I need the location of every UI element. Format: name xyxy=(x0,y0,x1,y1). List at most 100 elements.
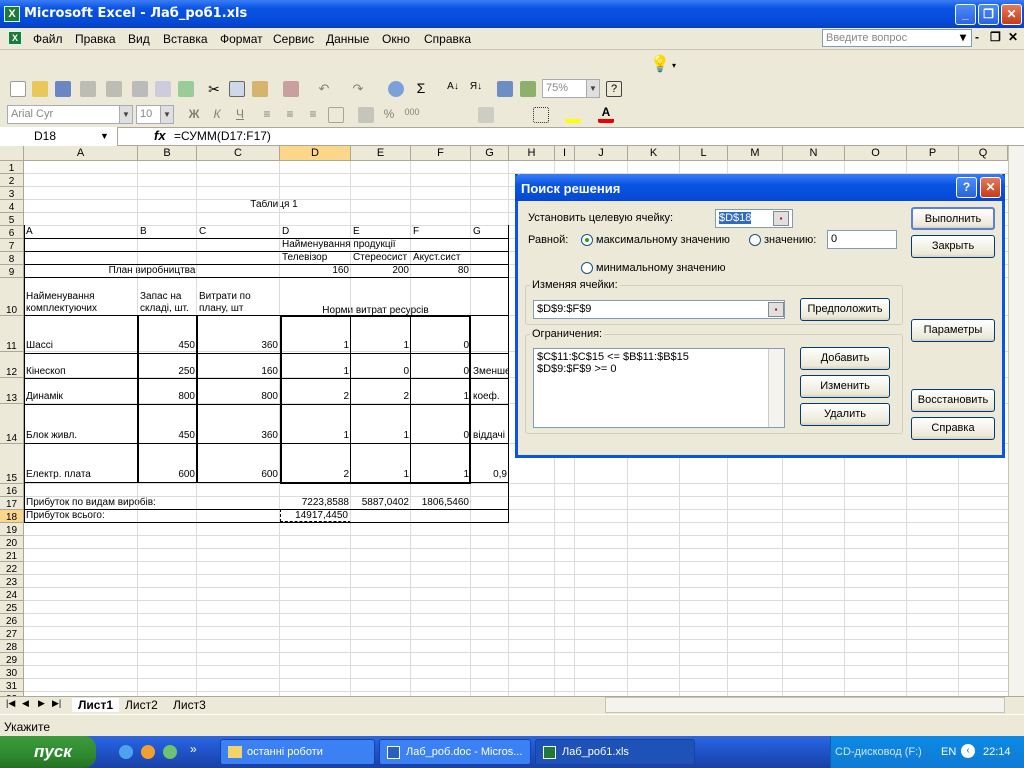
value-input[interactable]: 0 xyxy=(827,230,897,249)
dialog-close-icon[interactable]: ✕ xyxy=(980,177,1001,198)
start-button[interactable]: пуск xyxy=(0,736,96,768)
item-e-cell[interactable]: 1 xyxy=(351,340,411,351)
next-sheet-icon[interactable]: ▶ xyxy=(38,698,45,709)
add-button[interactable]: Добавить xyxy=(800,347,890,370)
workbook-icon[interactable]: X xyxy=(8,31,22,45)
item-stock-cell[interactable]: 450 xyxy=(138,340,197,351)
col-header-g[interactable]: G xyxy=(471,146,509,161)
row-header[interactable]: 21 xyxy=(0,549,24,562)
new-icon[interactable] xyxy=(10,81,26,97)
chevron-right-icon[interactable]: » xyxy=(190,742,197,756)
task-folder[interactable]: останні роботи xyxy=(220,739,375,765)
row-header[interactable]: 4 xyxy=(0,200,24,213)
italic-icon[interactable]: К xyxy=(209,107,225,123)
underline-icon[interactable]: Ч xyxy=(232,107,248,123)
font-size-combo[interactable]: 10 ▼ xyxy=(136,105,174,124)
row-header[interactable]: 3 xyxy=(0,187,24,200)
quicklaunch-icon[interactable] xyxy=(163,745,177,759)
item-f-cell[interactable]: 0 xyxy=(411,340,471,351)
item-g-cell[interactable]: віддачі xyxy=(471,430,509,441)
vertical-scrollbar[interactable] xyxy=(1008,146,1024,696)
hyperlink-icon[interactable] xyxy=(388,81,404,97)
row-header[interactable]: 5 xyxy=(0,213,24,226)
item-d-cell[interactable]: 2 xyxy=(280,391,351,402)
formula-input[interactable]: =СУММ(D17:F17) xyxy=(174,129,271,143)
constraint-item[interactable]: $C$11:$C$15 <= $B$11:$B$15 xyxy=(537,351,781,363)
help-icon[interactable]: ? xyxy=(606,81,622,97)
ie-icon[interactable] xyxy=(119,745,133,759)
item-f-cell[interactable]: 1 xyxy=(411,469,471,480)
profit-d17[interactable]: 7223,8588 xyxy=(280,497,351,508)
radio-value[interactable] xyxy=(749,234,761,246)
cut-icon[interactable]: ✂ xyxy=(206,81,222,97)
row-header[interactable]: 23 xyxy=(0,575,24,588)
prev-sheet-icon[interactable]: ◀ xyxy=(22,698,29,709)
currency-icon[interactable] xyxy=(358,107,374,123)
row-header[interactable]: 26 xyxy=(0,614,24,627)
row-header[interactable]: 27 xyxy=(0,627,24,640)
item-cost-cell[interactable]: 360 xyxy=(197,340,280,351)
row-header[interactable]: 10 xyxy=(0,278,24,316)
font-combo[interactable]: Arial Cyr ▼ xyxy=(7,105,133,124)
menu-tools[interactable]: Сервис xyxy=(273,32,314,46)
maximize-button[interactable]: ❐ xyxy=(978,4,999,25)
copy-icon[interactable] xyxy=(229,81,245,97)
item-stock-cell[interactable]: 800 xyxy=(138,391,197,402)
row-header[interactable]: 7 xyxy=(0,239,24,252)
thousands-icon[interactable]: 000 xyxy=(404,107,420,123)
item-stock-cell[interactable]: 250 xyxy=(138,366,197,377)
borders-icon[interactable] xyxy=(533,107,549,123)
radio-max[interactable] xyxy=(581,234,593,246)
row-header[interactable]: 12 xyxy=(0,352,24,378)
print-icon[interactable] xyxy=(132,81,148,97)
format-painter-icon[interactable] xyxy=(283,81,299,97)
row-header[interactable]: 18 xyxy=(0,510,24,523)
col-header-q[interactable]: Q xyxy=(959,146,1008,161)
params-button[interactable]: Параметры xyxy=(911,319,995,342)
col-header-h[interactable]: H xyxy=(509,146,555,161)
restore-button[interactable]: Восстановить xyxy=(911,389,995,412)
item-name-cell[interactable]: Електр. плата xyxy=(24,469,138,480)
menu-help[interactable]: Справка xyxy=(424,32,471,46)
col-header-p[interactable]: P xyxy=(907,146,959,161)
row-header[interactable]: 25 xyxy=(0,601,24,614)
plan-e9[interactable]: 200 xyxy=(351,265,411,276)
item-d-cell[interactable]: 1 xyxy=(280,430,351,441)
row-header[interactable]: 13 xyxy=(0,378,24,404)
item-g-cell[interactable]: Зменшен xyxy=(471,366,509,377)
item-f-cell[interactable]: 0 xyxy=(411,366,471,377)
media-player-icon[interactable] xyxy=(141,745,155,759)
menu-data[interactable]: Данные xyxy=(326,32,369,46)
redo-icon[interactable]: ↷ xyxy=(350,81,366,97)
change-button[interactable]: Изменить xyxy=(800,375,890,398)
close-dialog-button[interactable]: Закрыть xyxy=(911,235,995,258)
chevron-down-icon[interactable]: ▾ xyxy=(672,61,676,70)
mdi-minimize-button[interactable]: - xyxy=(975,30,979,44)
menu-window[interactable]: Окно xyxy=(382,32,410,46)
col-header-c[interactable]: C xyxy=(197,146,280,161)
row-header[interactable]: 20 xyxy=(0,536,24,549)
row-header[interactable]: 8 xyxy=(0,252,24,265)
col-header-d[interactable]: D xyxy=(280,146,351,161)
col-header-i[interactable]: I xyxy=(555,146,575,161)
constraint-item[interactable]: $D$9:$F$9 >= 0 xyxy=(537,363,781,375)
row-header[interactable]: 22 xyxy=(0,562,24,575)
item-name-cell[interactable]: Кінескоп xyxy=(24,366,138,377)
item-e-cell[interactable]: 0 xyxy=(351,366,411,377)
col-header-j[interactable]: J xyxy=(575,146,628,161)
item-e-cell[interactable]: 1 xyxy=(351,430,411,441)
item-g-cell[interactable]: коеф. xyxy=(471,391,509,402)
tab-sheet1[interactable]: Лист1 xyxy=(72,698,120,712)
row-header[interactable]: 17 xyxy=(0,497,24,510)
percent-icon[interactable]: % xyxy=(381,107,397,123)
row-header[interactable]: 19 xyxy=(0,523,24,536)
item-e-cell[interactable]: 2 xyxy=(351,391,411,402)
constraints-list[interactable]: $C$11:$C$15 <= $B$11:$B$15 $D$9:$F$9 >= … xyxy=(533,348,785,428)
profit-e17[interactable]: 5887,0402 xyxy=(351,497,411,508)
total-d18[interactable]: 14917,4450 xyxy=(280,509,351,522)
item-stock-cell[interactable]: 600 xyxy=(138,469,197,480)
menu-format[interactable]: Формат xyxy=(220,32,263,46)
spelling-icon[interactable] xyxy=(178,81,194,97)
close-button[interactable]: ✕ xyxy=(1001,4,1022,25)
item-f-cell[interactable]: 0 xyxy=(411,430,471,441)
